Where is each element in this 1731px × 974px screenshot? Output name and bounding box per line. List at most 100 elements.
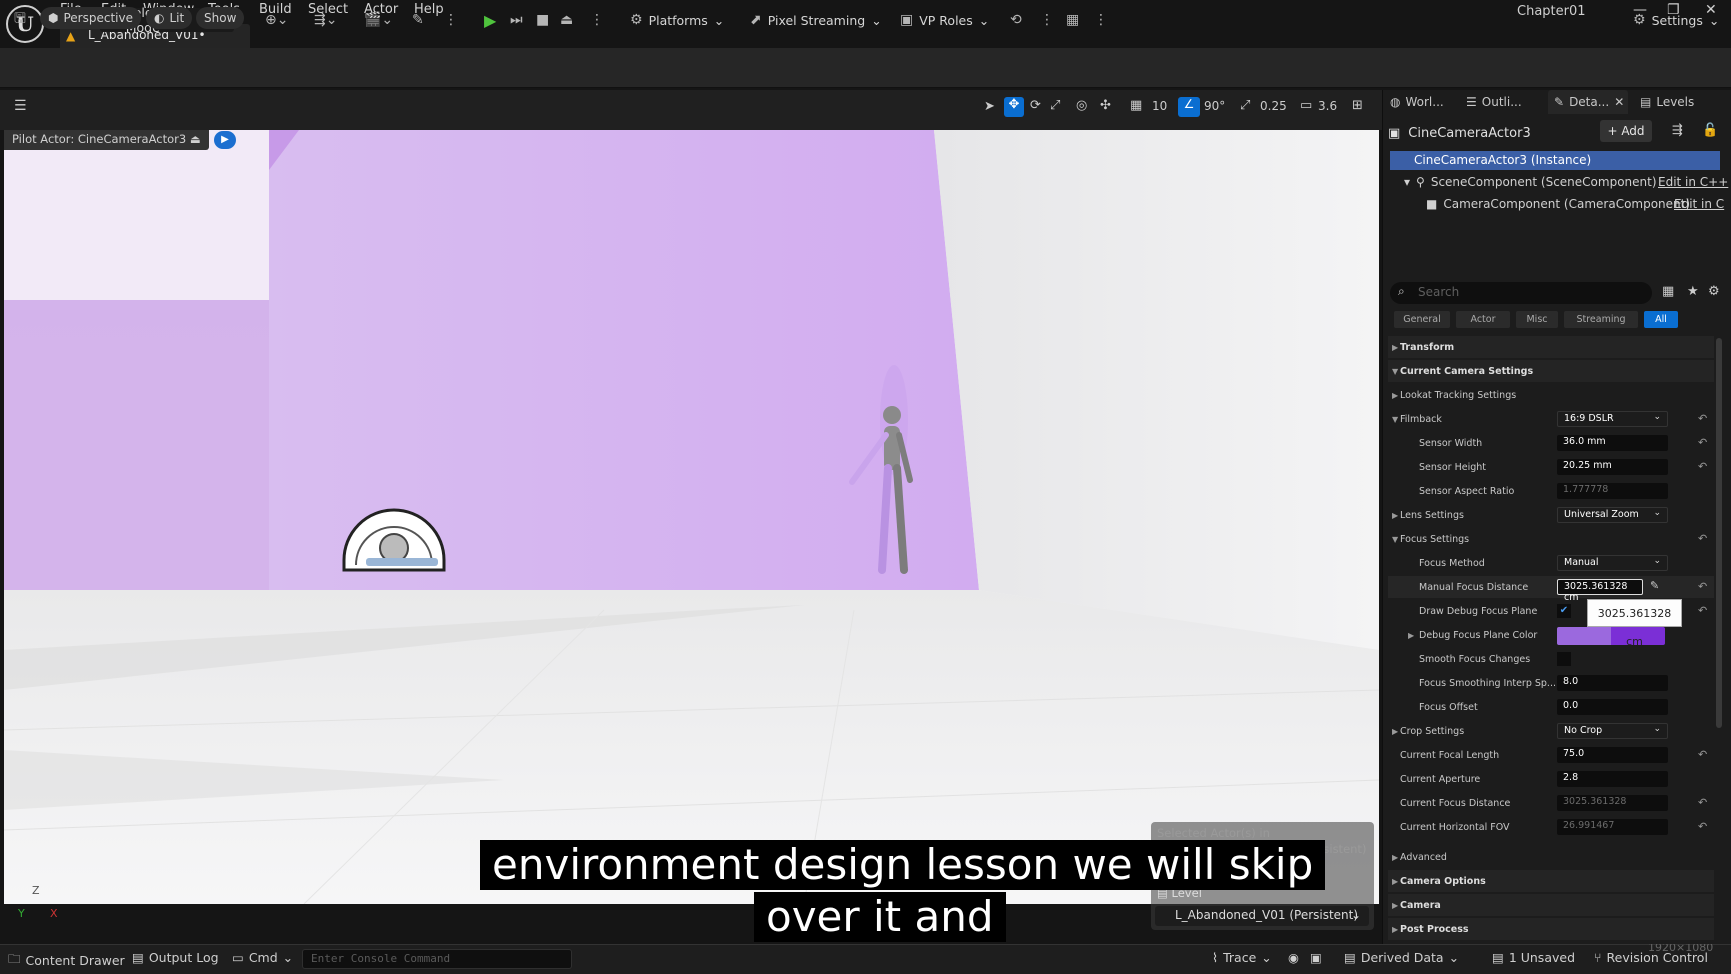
reset-icon[interactable]: ↶ bbox=[1698, 460, 1707, 473]
angle-snap-value[interactable]: 90° bbox=[1204, 99, 1225, 113]
play-options-icon[interactable]: ⋮ bbox=[590, 8, 604, 32]
details-search-input[interactable]: ⌕ Search bbox=[1390, 282, 1652, 304]
tab-world-settings[interactable]: ◍ Worl... bbox=[1386, 90, 1456, 114]
console-input[interactable]: Enter Console Command bbox=[302, 949, 572, 969]
category-camera-options[interactable]: ▶ Camera Options bbox=[1388, 870, 1714, 892]
sensor-height-input[interactable]: 20.25 mm bbox=[1557, 459, 1668, 475]
gear-icon[interactable]: ⚙ bbox=[1708, 284, 1720, 299]
expand-arrow-icon[interactable]: ▼ bbox=[1392, 415, 1398, 424]
focus-smoothing-input[interactable]: 8.0 bbox=[1557, 675, 1668, 691]
vp-roles-dropdown[interactable]: ▣ VP Roles ⌄ bbox=[900, 8, 989, 32]
current-focal-length-input[interactable]: 75.0 bbox=[1557, 747, 1668, 763]
scale-snap-icon[interactable]: ⤢ bbox=[1240, 98, 1250, 113]
reset-icon[interactable]: ↶ bbox=[1698, 532, 1707, 545]
focus-offset-input[interactable]: 0.0 bbox=[1557, 699, 1668, 715]
focus-method-dropdown[interactable]: Manual ⌄ bbox=[1557, 555, 1668, 571]
manual-focus-distance-input[interactable]: 3025.361328 cm bbox=[1557, 579, 1643, 603]
hamburger-menu-icon[interactable]: ☰ bbox=[14, 98, 27, 114]
close-tab-icon[interactable]: ✕ bbox=[1614, 95, 1624, 109]
grid-snap-icon[interactable]: ▦ bbox=[1130, 98, 1142, 113]
surface-snap-icon[interactable]: ✣ bbox=[1100, 98, 1111, 113]
category-transform[interactable]: ▶ Transform bbox=[1388, 336, 1714, 358]
lens-settings-dropdown[interactable]: Universal Zoom ⌄ bbox=[1557, 507, 1668, 523]
row-advanced[interactable]: ▶ Advanced bbox=[1388, 846, 1714, 868]
sensor-width-input[interactable]: 36.0 mm bbox=[1557, 435, 1668, 451]
perspective-button[interactable]: ⬢ Perspective bbox=[40, 7, 141, 29]
save-icon[interactable]: 🖫 bbox=[14, 8, 26, 32]
filter-misc[interactable]: Misc bbox=[1516, 311, 1558, 328]
edit-in-c-link[interactable]: Edit in C bbox=[1674, 197, 1724, 211]
current-aperture-input[interactable]: 2.8 bbox=[1557, 771, 1668, 787]
more-options-icon[interactable]: ⋮ bbox=[444, 8, 458, 32]
modes-icon[interactable]: ✎ bbox=[412, 8, 424, 32]
reset-icon[interactable]: ↶ bbox=[1698, 820, 1707, 833]
expand-arrow-icon[interactable]: ▶ bbox=[1392, 727, 1398, 736]
filter-general[interactable]: General bbox=[1394, 311, 1450, 328]
pixel-streaming-dropdown[interactable]: ⬈ Pixel Streaming ⌄ bbox=[750, 8, 882, 32]
component-scene[interactable]: ▾ ⚲ SceneComponent (SceneComponent) bbox=[1404, 175, 1657, 189]
scale-snap-value[interactable]: 0.25 bbox=[1260, 99, 1287, 113]
row-focus-settings[interactable]: ▼ Focus Settings ↶ bbox=[1388, 528, 1714, 550]
step-icon[interactable]: ⏭ bbox=[510, 8, 523, 32]
table-view-icon[interactable]: ▦ bbox=[1662, 284, 1674, 299]
scale-tool-icon[interactable]: ⤢ bbox=[1050, 98, 1060, 113]
layout-icon[interactable]: ⊞ bbox=[1352, 98, 1363, 113]
settings-dropdown[interactable]: ⚙ Settings ⌄ bbox=[1633, 8, 1719, 32]
category-current-camera-settings[interactable]: ▼ Current Camera Settings bbox=[1388, 360, 1714, 382]
screenshot-icon[interactable]: ▣ bbox=[1310, 950, 1322, 965]
reset-icon[interactable]: ↶ bbox=[1698, 412, 1707, 425]
derived-data-dropdown[interactable]: ▤ Derived Data ⌄ bbox=[1344, 950, 1459, 965]
select-tool-icon[interactable]: ➤ bbox=[984, 99, 995, 114]
reset-icon[interactable]: ↶ bbox=[1698, 604, 1707, 617]
add-actor-icon[interactable]: ⊕⌄ bbox=[265, 8, 288, 32]
filter-streaming[interactable]: Streaming bbox=[1564, 311, 1638, 328]
rotate-tool-icon[interactable]: ⟳ bbox=[1030, 98, 1041, 113]
reset-icon[interactable]: ↶ bbox=[1698, 796, 1707, 809]
record-icon[interactable]: ◉ bbox=[1288, 950, 1299, 965]
filter-all[interactable]: All bbox=[1644, 311, 1678, 328]
eject-icon[interactable]: ⏏ bbox=[560, 8, 573, 32]
crop-settings-dropdown[interactable]: No Crop ⌄ bbox=[1557, 723, 1668, 739]
camera-speed-value[interactable]: 3.6 bbox=[1318, 99, 1337, 113]
eyedropper-icon[interactable]: ✎ bbox=[1650, 579, 1659, 592]
eject-pilot-icon[interactable]: ⏏ bbox=[190, 132, 201, 146]
world-space-icon[interactable]: ◎ bbox=[1076, 98, 1087, 113]
add-component-button[interactable]: + Add bbox=[1600, 120, 1652, 142]
lock-icon[interactable]: 🔓 bbox=[1702, 123, 1718, 138]
cmd-dropdown[interactable]: ▭ Cmd ⌄ bbox=[232, 950, 293, 965]
cinematics-icon[interactable]: 🎬⌄ bbox=[364, 8, 393, 32]
translate-tool-icon[interactable]: ✥ bbox=[1004, 97, 1024, 117]
stop-icon[interactable]: ■ bbox=[536, 8, 549, 32]
show-button[interactable]: Show bbox=[196, 7, 245, 29]
reset-icon[interactable]: ↶ bbox=[1698, 748, 1707, 761]
component-camera[interactable]: ■ CameraComponent (CameraComponent) bbox=[1426, 197, 1690, 211]
output-log-button[interactable]: ▤ Output Log bbox=[132, 950, 219, 965]
draw-debug-focus-plane-checkbox[interactable]: ✔ bbox=[1557, 604, 1571, 618]
view-options-icon[interactable]: ▦ bbox=[1066, 8, 1079, 32]
tab-details[interactable]: ✎ Deta... ✕ bbox=[1548, 90, 1628, 114]
favorite-star-icon[interactable]: ★ bbox=[1687, 284, 1699, 299]
grid-size-value[interactable]: 10 bbox=[1152, 99, 1167, 113]
category-camera[interactable]: ▶ Camera bbox=[1388, 894, 1714, 916]
blueprint-convert-icon[interactable]: ⇶ bbox=[1672, 123, 1683, 138]
play-icon[interactable]: ▶ bbox=[484, 8, 496, 32]
expand-arrow-icon[interactable]: ▶ bbox=[1408, 631, 1414, 640]
category-post-process[interactable]: ▶ Post Process bbox=[1388, 918, 1714, 940]
smooth-focus-changes-checkbox[interactable] bbox=[1557, 652, 1571, 666]
reset-icon[interactable]: ↶ bbox=[1698, 580, 1707, 593]
source-control-icon[interactable]: ⟲ bbox=[1010, 8, 1022, 32]
more-options-icon[interactable]: ⋮ bbox=[1094, 8, 1108, 32]
tab-outliner[interactable]: ☰ Outli... bbox=[1466, 90, 1536, 114]
tab-levels[interactable]: ▤ Levels bbox=[1640, 90, 1710, 114]
expand-arrow-icon[interactable]: ▶ bbox=[1392, 511, 1398, 520]
content-drawer-button[interactable]: 🗀 Content Drawer bbox=[8, 950, 125, 971]
details-scrollbar[interactable] bbox=[1716, 338, 1722, 728]
filter-actor[interactable]: Actor bbox=[1456, 311, 1510, 328]
row-lookat-tracking[interactable]: ▶ Lookat Tracking Settings bbox=[1388, 384, 1714, 406]
filmback-dropdown[interactable]: 16:9 DSLR ⌄ bbox=[1557, 411, 1668, 427]
reset-icon[interactable]: ↶ bbox=[1698, 436, 1707, 449]
level-viewport[interactable] bbox=[4, 130, 1379, 904]
platforms-dropdown[interactable]: ⚙ Platforms ⌄ bbox=[630, 8, 724, 32]
more-options-icon[interactable]: ⋮ bbox=[1040, 8, 1054, 32]
trace-dropdown[interactable]: ⌇ Trace ⌄ bbox=[1212, 950, 1272, 965]
